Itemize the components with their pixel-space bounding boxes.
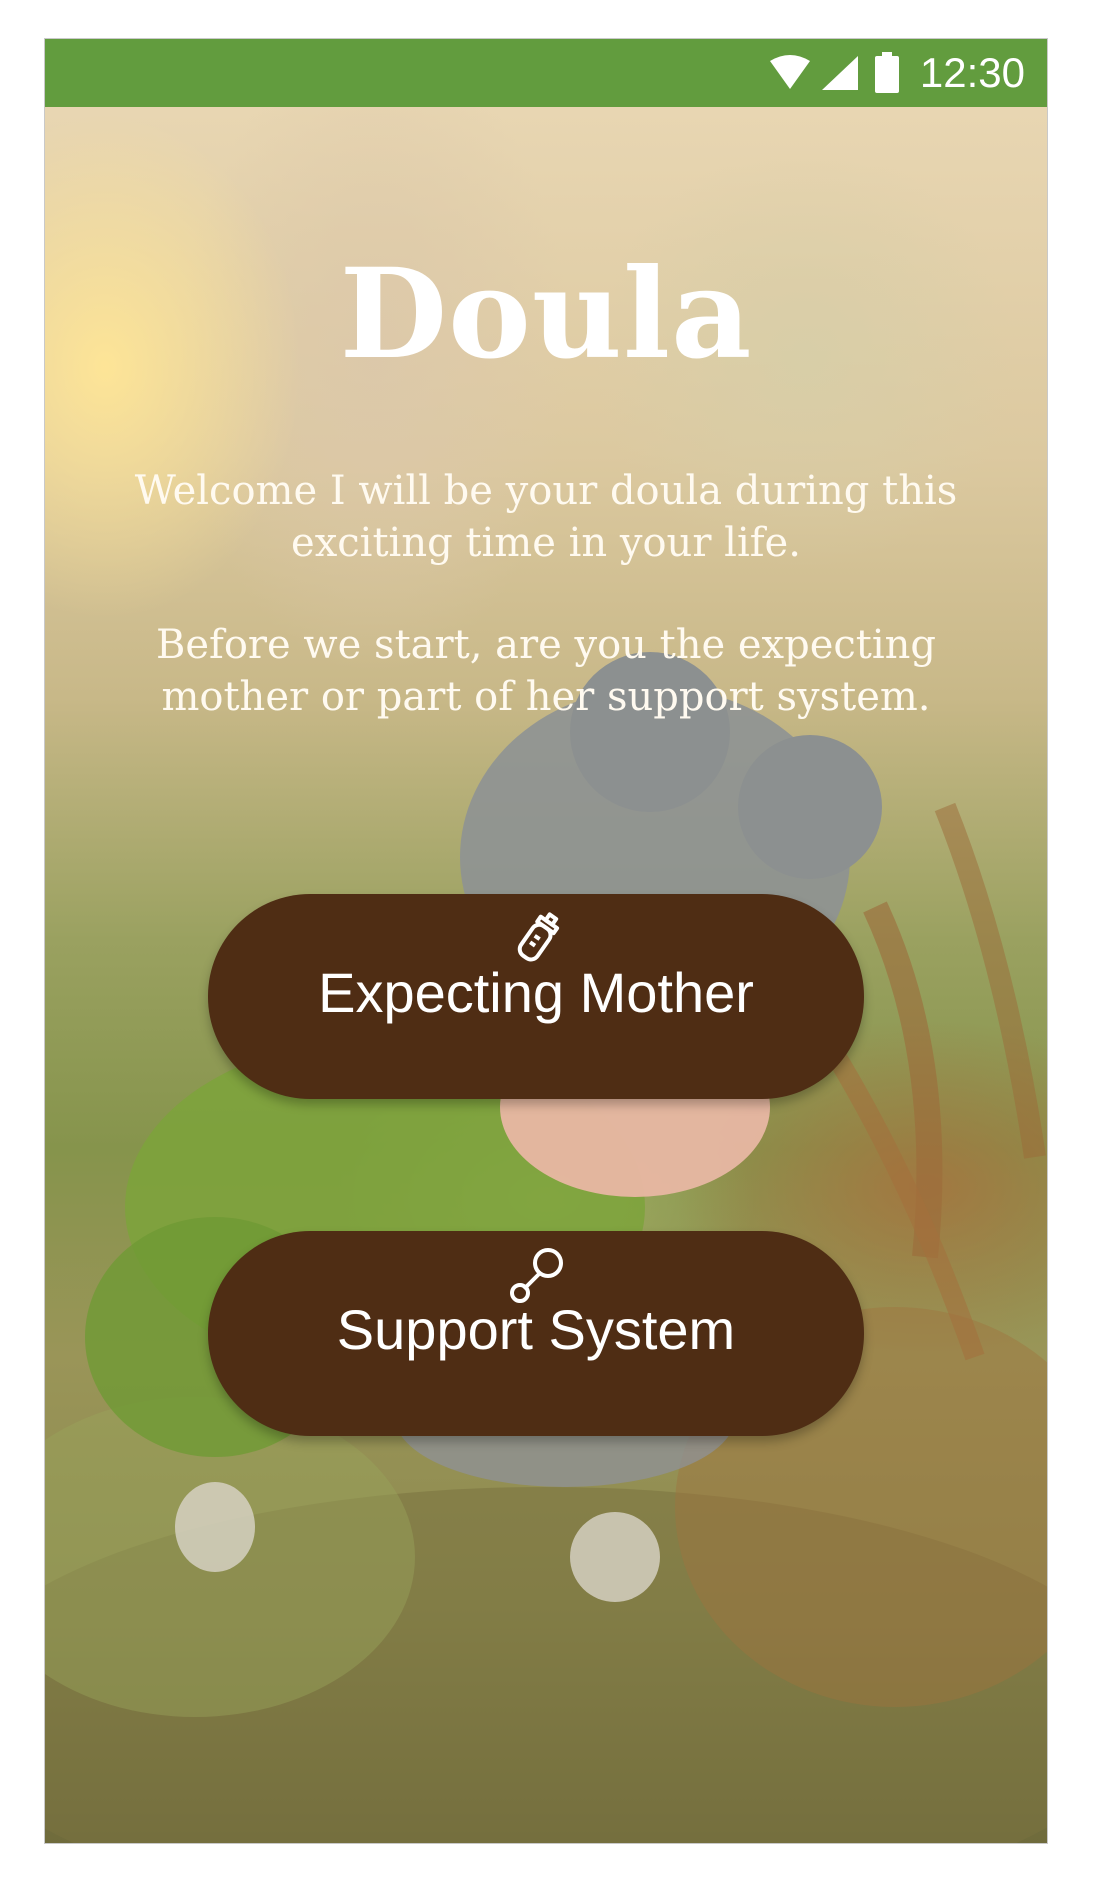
phone-screen: 12:30 Doula Welcome I will be your doula… — [44, 38, 1048, 1844]
rattle-icon — [510, 1248, 563, 1303]
question-text: Before we start, are you the expecting m… — [155, 622, 937, 720]
expecting-mother-label: Expecting Mother — [318, 961, 754, 1024]
cellular-signal-icon — [821, 56, 858, 90]
app-title: Doula — [339, 242, 753, 387]
expecting-mother-button[interactable]: Expecting Mother — [208, 894, 864, 1099]
welcome-content: Doula Welcome I will be your doula durin… — [45, 107, 1047, 1843]
baby-bottle-icon — [517, 912, 560, 962]
welcome-text: Welcome I will be your doula during this… — [134, 468, 958, 566]
support-system-button[interactable]: Support System — [208, 1231, 864, 1436]
status-time: 12:30 — [919, 49, 1025, 96]
battery-icon — [874, 52, 899, 93]
wifi-icon — [769, 55, 810, 89]
support-system-label: Support System — [336, 1298, 736, 1361]
status-bar: 12:30 — [45, 39, 1047, 107]
status-icons: 12:30 — [768, 39, 1025, 107]
